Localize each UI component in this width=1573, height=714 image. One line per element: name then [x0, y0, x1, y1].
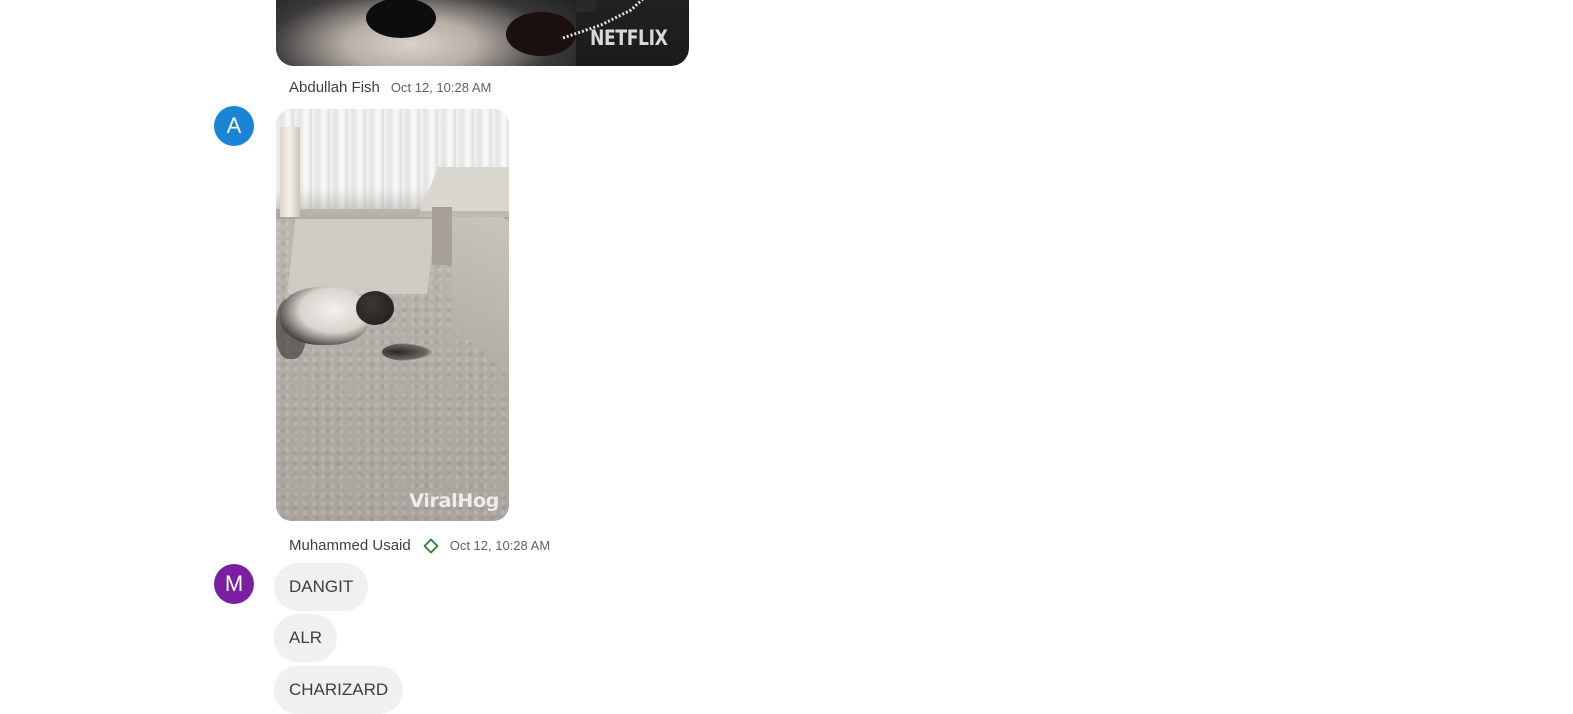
gif-frame-toy	[382, 343, 432, 361]
message-timestamp: Oct 12, 10:28 AM	[449, 538, 551, 553]
gif-frame-dog-head	[356, 291, 394, 325]
gif-frame-table-leg	[432, 207, 452, 265]
viralhog-watermark: ViralHog	[409, 490, 499, 512]
avatar[interactable]: M	[214, 564, 254, 604]
gif-frame-post	[280, 127, 300, 217]
avatar[interactable]: A	[214, 106, 254, 146]
message-bubble[interactable]: ALR	[274, 614, 338, 662]
avatar-initial: M	[224, 571, 244, 596]
message-header: Muhammed Usaid Oct 12, 10:28 AM	[289, 537, 550, 554]
message-bubble[interactable]: DANGIT	[274, 563, 369, 611]
gif-attachment-viralhog[interactable]: ViralHog	[276, 109, 509, 521]
message-header: Abdullah Fish Oct 12, 10:28 AM	[289, 79, 491, 96]
sender-name[interactable]: Abdullah Fish	[289, 79, 380, 96]
avatar-initial: A	[226, 113, 242, 138]
netflix-watermark: NETFLIX	[589, 26, 668, 50]
sender-name[interactable]: Muhammed Usaid	[289, 537, 411, 554]
diamond-outline-icon	[423, 538, 439, 554]
message-bubble[interactable]: CHARIZARD	[274, 666, 404, 714]
gif-frame-dog	[280, 287, 370, 345]
gif-attachment-netflix[interactable]: NETFLIX	[276, 0, 689, 66]
message-timestamp: Oct 12, 10:28 AM	[390, 80, 492, 95]
